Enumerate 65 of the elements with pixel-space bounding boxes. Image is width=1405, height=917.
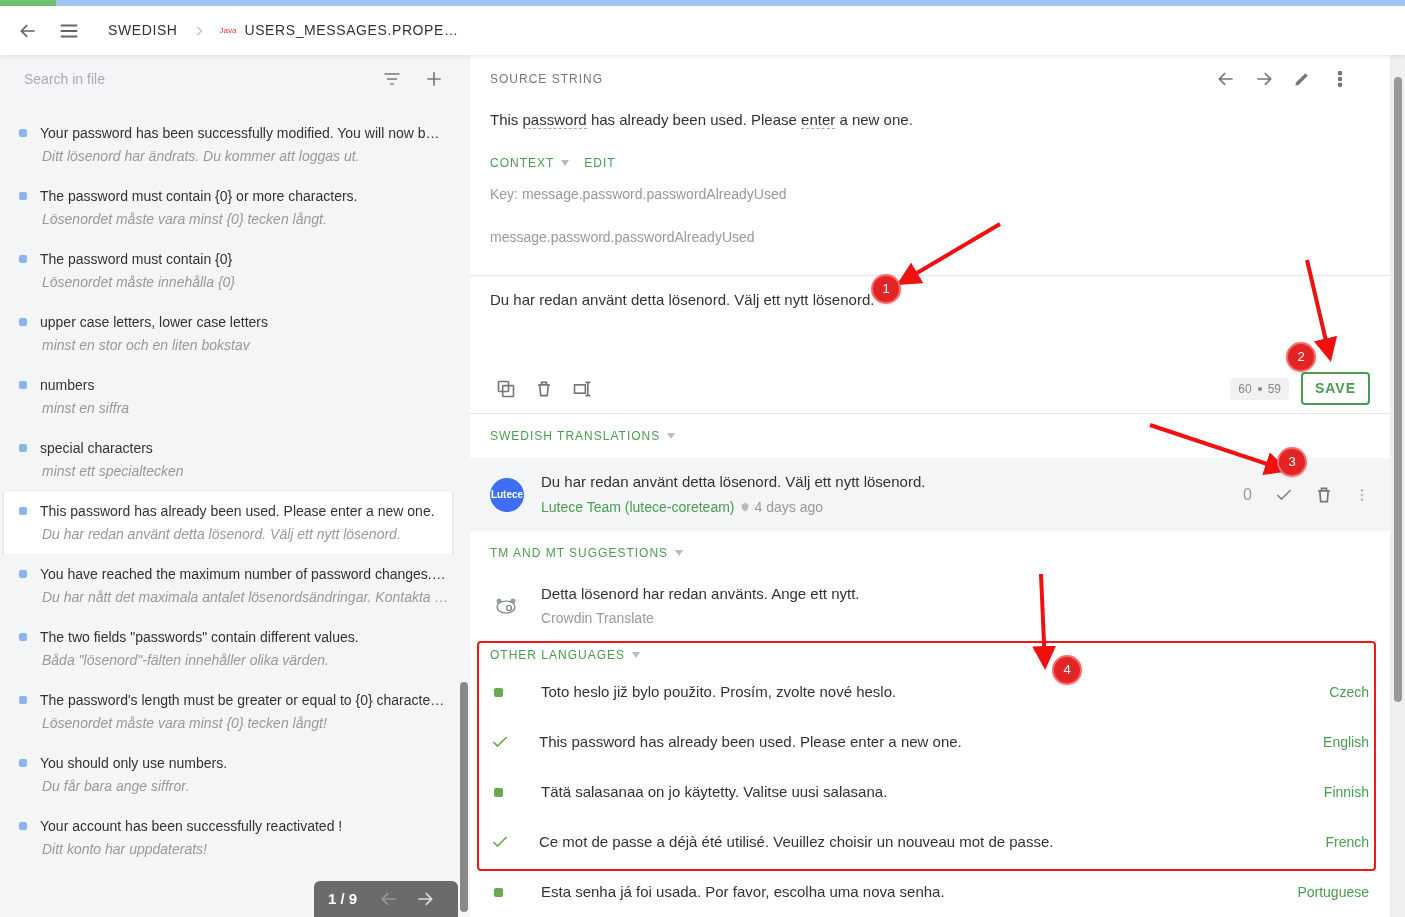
key-text: Key: message.password.passwordAlreadyUsed xyxy=(490,184,788,204)
source-text: You should only use numbers. xyxy=(40,754,228,773)
translation-text: Lösenordet måste vara minst {0} tecken långt! xyxy=(42,714,328,733)
file-name: USERS_MESSAGES.PROPE… xyxy=(244,21,459,40)
source-text: The password must contain {0} xyxy=(40,250,234,269)
source-text: special characters xyxy=(40,439,154,458)
separator-icon xyxy=(1257,386,1262,391)
dropdown-icon xyxy=(674,548,685,558)
page-indicator: 1 / 9 xyxy=(328,888,358,909)
translation-text: Tätä salasanaa on jo käytetty. Valitse uusi salasana. xyxy=(541,781,888,802)
annotation-badge: 3 xyxy=(1277,447,1307,477)
translation-text: Ditt konto har uppdaterats! xyxy=(42,840,208,859)
translation-text: This password has already been used. Please enter a new one. xyxy=(539,731,962,752)
suggestion-row[interactable]: Detta lösenord har redan använts. Ange ett nytt. Crowdin Translate xyxy=(470,575,1390,637)
shield-icon xyxy=(739,502,750,513)
language-link[interactable]: Portuguese xyxy=(1297,881,1369,903)
source-text: Your password has been successfully modified. You will now b… xyxy=(40,124,440,143)
search-field[interactable]: Search in file xyxy=(24,68,382,90)
suggestion-text: Detta lösenord har redan använts. Ange ett nytt. xyxy=(541,583,860,604)
add-icon xyxy=(424,69,444,89)
source-text: Your account has been successfully reactivated ! xyxy=(40,817,343,836)
file-type-label: Java xyxy=(219,24,237,37)
translation-text: Ditt lösenord har ändrats. Du kommer att loggas ut. xyxy=(42,147,361,166)
translation-text: minst en stor och en liten bokstav xyxy=(42,336,251,355)
translation-text: Lösenordet måste innehålla {0} xyxy=(42,273,236,292)
source-string: This password has already been used. Please enter a new one. xyxy=(490,110,914,131)
engine-name: Crowdin Translate xyxy=(541,609,655,629)
source-text: upper case letters, lower case letters xyxy=(40,313,268,332)
translation-text: minst en siffra xyxy=(42,399,130,418)
annotation-badge: 4 xyxy=(1052,655,1082,685)
source-text: The password's length must be greater or equal to {0} characte… xyxy=(40,691,445,710)
character-counter: 60 59 xyxy=(1230,377,1289,400)
source-text: numbers xyxy=(40,376,96,395)
breadcrumb-link[interactable]: SWEDISH xyxy=(108,20,178,41)
translation-text: Lösenordet måste vara minst {0} tecken långt. xyxy=(42,210,328,229)
translation-text: Båda "lösenord"-fälten innehåller olika värden. xyxy=(42,651,330,670)
scrollbar-thumb[interactable] xyxy=(1394,77,1402,702)
translation-text: Du får bara ange siffror. xyxy=(42,777,191,796)
add-button[interactable] xyxy=(424,69,444,89)
dropdown-icon xyxy=(666,431,677,441)
time-text: 4 days ago xyxy=(754,497,823,517)
string-list-item[interactable]: This password has already been used. Please enter a new one. Du har redan använt detta lösenord. Välj ett nytt lösenord. xyxy=(4,491,452,554)
source-text: This password has already been used. Please enter a new one. xyxy=(40,502,435,521)
translation-text: Du har nått det maximala antalet lösenordsändringar. Kontakta … xyxy=(42,588,449,607)
source-text: You have reached the maximum number of password changes.… xyxy=(40,565,447,584)
copy-icon xyxy=(496,378,516,399)
translation-text: Toto heslo již bylo použito. Prosím, zvolte nové heslo. xyxy=(541,681,897,702)
vote-count: 0 xyxy=(1243,484,1252,505)
dropdown-icon xyxy=(631,650,642,660)
section-title: SOURCE STRING xyxy=(490,71,603,88)
translation-text: minst ett specialtecken xyxy=(42,462,184,481)
translation-text: Du har redan använt detta lösenord. Välj ett nytt lösenord. xyxy=(42,525,402,544)
dropdown-icon xyxy=(560,157,571,168)
translation-text: Ce mot de passe a déjà été utilisé. Veuillez choisir un nouveau mot de passe. xyxy=(539,831,1054,852)
scrollbar-thumb[interactable] xyxy=(460,682,468,912)
source-text: The two fields "passwords" contain different values. xyxy=(40,628,359,647)
translation-text: Esta senha já foi usada. Por favor, escolha uma nova senha. xyxy=(541,881,945,902)
user-avatar: Lutece xyxy=(490,477,524,512)
source-text: The password must contain {0} or more characters. xyxy=(40,187,358,206)
annotation-badge: 1 xyxy=(871,274,901,304)
copy-source-button[interactable] xyxy=(496,378,516,399)
translation-text: Du har redan använt detta lösenord. Välj ett nytt lösenord. xyxy=(541,472,927,493)
annotation-badge: 2 xyxy=(1286,342,1316,372)
context-text: message.password.passwordAlreadyUsed xyxy=(490,227,756,247)
panda-icon xyxy=(494,596,518,616)
